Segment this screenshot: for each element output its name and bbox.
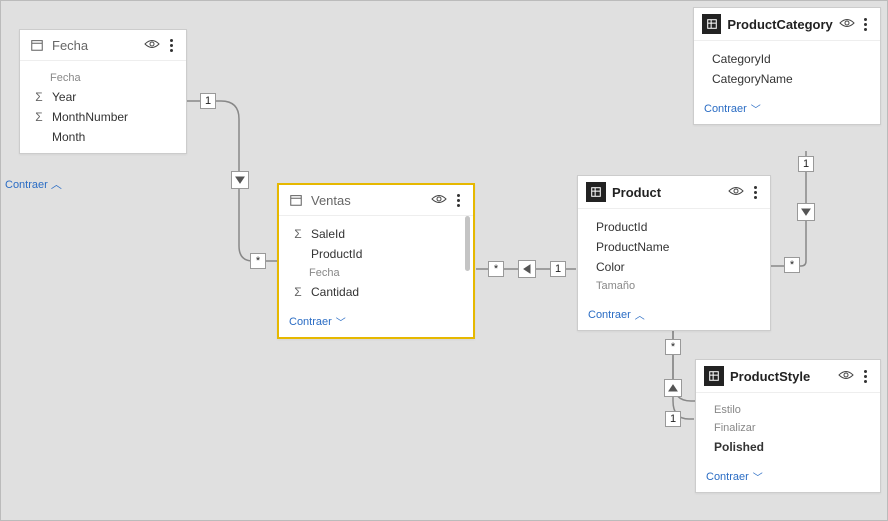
collapse-toggle[interactable]: Contraer ︿	[5, 176, 62, 192]
collapse-toggle[interactable]: Contraer ︿	[578, 301, 770, 330]
sigma-icon: Σ	[32, 90, 46, 104]
collapse-toggle[interactable]: Contraer﹀	[696, 463, 880, 492]
more-options-icon[interactable]	[752, 186, 762, 199]
cardinality-many: *	[784, 257, 800, 273]
more-options-icon[interactable]	[862, 18, 872, 31]
visibility-icon[interactable]	[728, 185, 746, 199]
field-list: Fecha ΣYear ΣMonthNumber ΣMonth	[20, 61, 186, 153]
cardinality-one: 1	[665, 411, 681, 427]
filter-direction-icon[interactable]	[231, 171, 249, 189]
table-header: Fecha	[20, 30, 186, 61]
chevron-down-icon: ﹀	[753, 469, 763, 484]
cardinality-many: *	[488, 261, 504, 277]
filter-direction-icon[interactable]	[518, 260, 536, 278]
field-row[interactable]: Polished	[714, 437, 870, 457]
table-title: ProductCategory	[727, 17, 832, 32]
field-row[interactable]: Finalizar	[714, 419, 870, 437]
table-header: Ventas	[279, 185, 473, 216]
field-row[interactable]: Color	[596, 257, 760, 277]
table-header: ProductStyle	[696, 360, 880, 393]
more-options-icon[interactable]	[862, 370, 872, 383]
sigma-icon: Σ	[291, 227, 305, 241]
visibility-icon[interactable]	[144, 38, 162, 52]
cardinality-one: 1	[798, 156, 814, 172]
table-productstyle[interactable]: ProductStyle Estilo Finalizar Polished C…	[695, 359, 881, 493]
field-row[interactable]: CategoryName	[712, 69, 870, 89]
filter-direction-icon[interactable]	[797, 203, 815, 221]
table-product[interactable]: Product ProductId ProductName Color Tama…	[577, 175, 771, 331]
field-row[interactable]: ΣProductId	[291, 244, 463, 264]
cardinality-one: 1	[550, 261, 566, 277]
more-options-icon[interactable]	[168, 39, 178, 52]
cardinality-many: *	[250, 253, 266, 269]
table-title: Ventas	[311, 193, 425, 208]
sigma-icon: Σ	[291, 285, 305, 299]
table-icon	[586, 182, 606, 202]
more-options-icon[interactable]	[455, 194, 465, 207]
table-ventas[interactable]: Ventas ΣSaleId ΣProductId Fecha ΣCantida…	[277, 183, 475, 339]
table-icon	[704, 366, 724, 386]
calendar-icon	[28, 36, 46, 54]
field-row[interactable]: ΣMonthNumber	[32, 107, 176, 127]
field-list: Estilo Finalizar Polished	[696, 393, 880, 463]
table-header: Product	[578, 176, 770, 209]
table-icon	[702, 14, 721, 34]
model-canvas[interactable]: Fecha Fecha ΣYear ΣMonthNumber ΣMonth Co…	[1, 1, 887, 520]
field-row[interactable]: ProductId	[596, 217, 760, 237]
scrollbar-thumb[interactable]	[465, 216, 470, 271]
field-list: ΣSaleId ΣProductId Fecha ΣCantidad	[279, 216, 473, 308]
visibility-icon[interactable]	[839, 17, 856, 31]
field-row[interactable]: Fecha	[32, 69, 176, 87]
collapse-toggle[interactable]: Contraer﹀	[279, 308, 473, 337]
table-title: Product	[612, 185, 722, 200]
table-productcategory[interactable]: ProductCategory CategoryId CategoryName …	[693, 7, 881, 125]
field-row[interactable]: ΣSaleId	[291, 224, 463, 244]
field-list: ProductId ProductName Color Tamaño	[578, 209, 770, 301]
field-row[interactable]: Estilo	[714, 401, 870, 419]
field-row[interactable]: ΣYear	[32, 87, 176, 107]
sigma-icon: Σ	[32, 110, 46, 124]
visibility-icon[interactable]	[431, 193, 449, 207]
field-row[interactable]: ProductName	[596, 237, 760, 257]
table-title: ProductStyle	[730, 369, 832, 384]
calendar-icon	[287, 191, 305, 209]
field-row[interactable]: CategoryId	[712, 49, 870, 69]
visibility-icon[interactable]	[838, 369, 856, 383]
filter-direction-icon[interactable]	[664, 379, 682, 397]
cardinality-many: *	[665, 339, 681, 355]
field-row[interactable]: Fecha	[291, 264, 463, 282]
field-row[interactable]: ΣCantidad	[291, 282, 463, 302]
cardinality-one: 1	[200, 93, 216, 109]
chevron-up-icon: ︿	[635, 307, 645, 322]
chevron-down-icon: ﹀	[336, 314, 346, 329]
table-fecha[interactable]: Fecha Fecha ΣYear ΣMonthNumber ΣMonth	[19, 29, 187, 154]
table-header: ProductCategory	[694, 8, 880, 41]
collapse-toggle[interactable]: Contraer﹀	[694, 95, 880, 124]
field-list: CategoryId CategoryName	[694, 41, 880, 95]
chevron-up-icon: ︿	[51, 179, 62, 191]
field-row[interactable]: Tamaño	[596, 277, 760, 295]
field-row[interactable]: ΣMonth	[32, 127, 176, 147]
table-title: Fecha	[52, 38, 138, 53]
chevron-down-icon: ﹀	[751, 101, 761, 116]
